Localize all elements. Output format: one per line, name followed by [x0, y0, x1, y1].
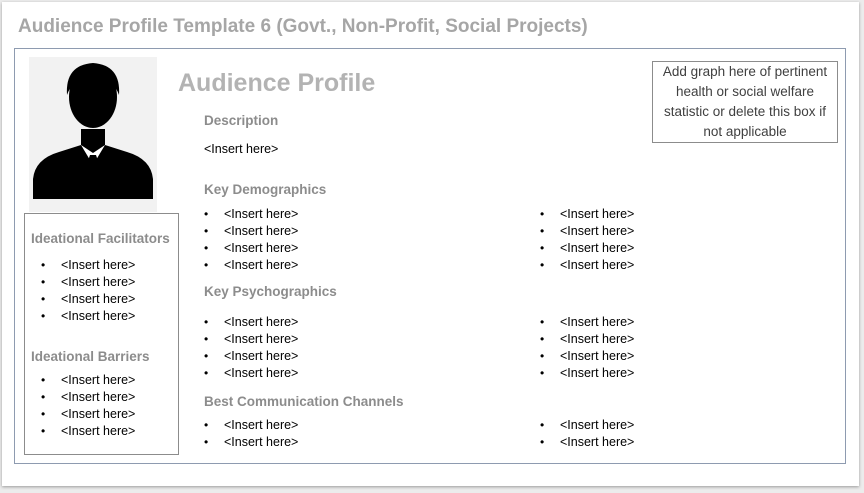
barriers-heading: Ideational Barriers: [31, 349, 150, 364]
psychographics-list-left: <Insert here> <Insert here> <Insert here…: [204, 314, 298, 382]
channels-list-right: <Insert here> <Insert here>: [540, 417, 634, 451]
slide: Audience Profile Template 6 (Govt., Non-…: [2, 2, 859, 486]
profile-frame: Ideational Facilitators <Insert here> <I…: [14, 48, 846, 464]
description-heading: Description: [204, 113, 279, 128]
list-item[interactable]: <Insert here>: [540, 348, 634, 365]
list-item[interactable]: <Insert here>: [41, 291, 135, 308]
demographics-list-right: <Insert here> <Insert here> <Insert here…: [540, 206, 634, 274]
channels-list-left: <Insert here> <Insert here>: [204, 417, 298, 451]
facilitators-list: <Insert here> <Insert here> <Insert here…: [41, 257, 135, 325]
list-item[interactable]: <Insert here>: [204, 314, 298, 331]
graph-placeholder-text: Add graph here of pertinent health or so…: [662, 64, 828, 139]
person-silhouette-icon: [33, 63, 153, 199]
list-item[interactable]: <Insert here>: [540, 434, 634, 451]
list-item[interactable]: <Insert here>: [540, 331, 634, 348]
avatar: [29, 57, 157, 212]
psychographics-heading: Key Psychographics: [204, 284, 337, 299]
list-item[interactable]: <Insert here>: [540, 257, 634, 274]
list-item[interactable]: <Insert here>: [204, 434, 298, 451]
barriers-list: <Insert here> <Insert here> <Insert here…: [41, 372, 135, 440]
list-item[interactable]: <Insert here>: [540, 365, 634, 382]
facilitators-heading: Ideational Facilitators: [31, 231, 170, 246]
list-item[interactable]: <Insert here>: [41, 389, 135, 406]
list-item[interactable]: <Insert here>: [204, 348, 298, 365]
slide-title: Audience Profile Template 6 (Govt., Non-…: [18, 16, 588, 37]
demographics-heading: Key Demographics: [204, 182, 327, 197]
profile-title: Audience Profile: [178, 69, 376, 97]
description-text[interactable]: <Insert here>: [204, 142, 278, 156]
list-item[interactable]: <Insert here>: [540, 206, 634, 223]
ideational-sidebar: Ideational Facilitators <Insert here> <I…: [24, 213, 179, 455]
list-item[interactable]: <Insert here>: [204, 206, 298, 223]
channels-heading: Best Communication Channels: [204, 394, 404, 409]
list-item[interactable]: <Insert here>: [204, 240, 298, 257]
list-item[interactable]: <Insert here>: [204, 417, 298, 434]
list-item[interactable]: <Insert here>: [540, 417, 634, 434]
list-item[interactable]: <Insert here>: [540, 314, 634, 331]
list-item[interactable]: <Insert here>: [41, 372, 135, 389]
list-item[interactable]: <Insert here>: [204, 331, 298, 348]
list-item[interactable]: <Insert here>: [204, 365, 298, 382]
list-item[interactable]: <Insert here>: [204, 257, 298, 274]
list-item[interactable]: <Insert here>: [41, 423, 135, 440]
list-item[interactable]: <Insert here>: [204, 223, 298, 240]
psychographics-list-right: <Insert here> <Insert here> <Insert here…: [540, 314, 634, 382]
demographics-list-left: <Insert here> <Insert here> <Insert here…: [204, 206, 298, 274]
list-item[interactable]: <Insert here>: [41, 308, 135, 325]
list-item[interactable]: <Insert here>: [41, 406, 135, 423]
list-item[interactable]: <Insert here>: [540, 240, 634, 257]
list-item[interactable]: <Insert here>: [41, 274, 135, 291]
list-item[interactable]: <Insert here>: [41, 257, 135, 274]
list-item[interactable]: <Insert here>: [540, 223, 634, 240]
graph-placeholder-box[interactable]: Add graph here of pertinent health or so…: [652, 61, 838, 143]
